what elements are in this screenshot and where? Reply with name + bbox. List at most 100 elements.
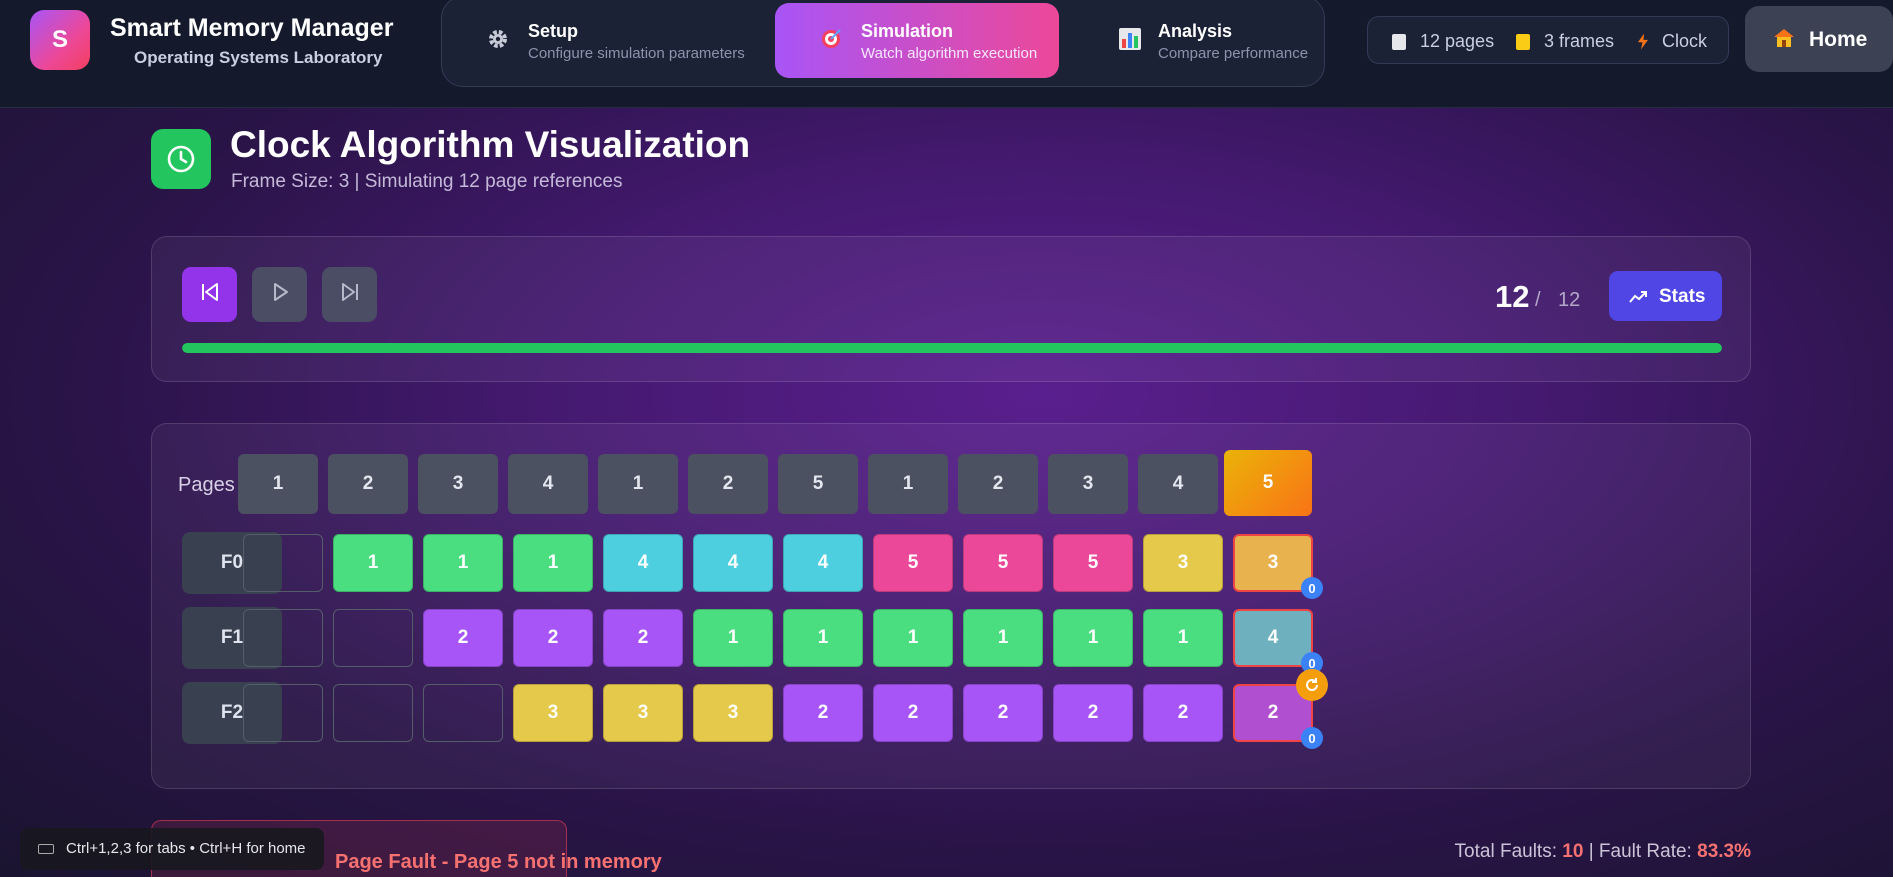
play-icon [269,281,291,308]
page-title: Clock Algorithm Visualization [230,124,751,165]
skip-forward-icon [339,281,361,308]
page-reference: 4 [508,454,588,514]
frame-cell: 2 [603,609,683,667]
keyboard-shortcut-tooltip: Ctrl+1,2,3 for tabs • Ctrl+H for home [20,828,324,870]
frame-cell: 1 [1053,609,1133,667]
frame-cell: 3 [1143,534,1223,592]
frames-count-label: 3 frames [1544,31,1615,51]
tab-simulation[interactable]: Simulation Watch algorithm execution [775,3,1059,78]
page-reference: 4 [1138,454,1218,514]
empty-frame-cell [243,609,323,667]
frame-cell: 3 [603,684,683,742]
logo-letter: S [51,26,68,53]
frame-cell: 3 [513,684,593,742]
empty-frame-cell [243,684,323,742]
frame-cell: 4 [603,534,683,592]
page-reference: 1 [598,454,678,514]
tab-setup[interactable]: Setup Configure simulation parameters [442,3,762,78]
empty-frame-cell [333,684,413,742]
clock-hand-icon [1296,669,1328,701]
app-subtitle: Operating Systems Laboratory [134,48,383,67]
fault-rate-label: Fault Rate: [1598,841,1692,862]
step-forward-button[interactable] [322,267,377,322]
tab-simulation-description: Watch algorithm execution [861,45,1038,62]
frames-count: 3 frames [1516,31,1614,52]
step-separator: / [1535,289,1541,311]
tab-analysis-description: Compare performance [1158,45,1309,62]
nav-tabs: Setup Configure simulation parameters Si… [441,0,1325,87]
frame-cell: 5 [963,534,1043,592]
page-subtitle: Frame Size: 3 | Simulating 12 page refer… [231,171,623,192]
playback-controls: 12 / 12 Stats [151,236,1751,382]
empty-frame-cell [243,534,323,592]
tab-analysis-label: Analysis [1158,21,1233,41]
algorithm-name: Clock [1638,31,1707,52]
clock-icon [151,129,211,189]
progress-bar [182,343,1722,353]
algorithm-label: Clock [1662,31,1708,51]
progress-bar-fill [182,343,1722,353]
tab-analysis[interactable]: Analysis Compare performance [1072,3,1322,78]
home-button[interactable]: Home [1745,6,1893,72]
app-title: Smart Memory Manager [110,14,394,42]
shortcut-tip-text: Ctrl+1,2,3 for tabs • Ctrl+H for home [66,840,306,857]
empty-frame-cell [423,684,503,742]
trending-up-icon [1629,288,1647,310]
frame-cell: 3 [693,684,773,742]
home-button-label: Home [1809,28,1868,51]
current-step: 12 [1495,279,1530,314]
tab-setup-description: Configure simulation parameters [528,45,745,62]
frame-cell: 2 [513,609,593,667]
page-reference: 1 [238,454,318,514]
frame-cell: 1 [963,609,1043,667]
page-reference: 3 [1048,454,1128,514]
page-fault-message: Page Fault - Page 5 not in memory [335,851,662,873]
house-icon [1773,28,1795,48]
reference-bit-badge: 0 [1301,577,1323,599]
reference-bit-badge: 0 [1301,727,1323,749]
frame-cell: 1 [333,534,413,592]
frame-cell: 1 [693,609,773,667]
frame-cell: 1 [783,609,863,667]
pages-row-label: Pages [178,474,235,496]
total-faults-value: 10 [1562,841,1584,862]
simulation-info-pill: 12 pages 3 frames Clock [1367,16,1729,64]
frame-cell: 2 [783,684,863,742]
current-page-reference: 5 [1224,450,1312,516]
folder-icon [1516,33,1530,50]
play-button[interactable] [252,267,307,322]
pages-count-label: 12 pages [1420,31,1495,51]
total-steps: 12 [1558,289,1581,311]
frame-cell: 5 [873,534,953,592]
app-logo: S [30,10,90,70]
bar-chart-icon [1116,25,1144,53]
clock-simulation-grid: Pages 1 2 3 4 1 2 5 1 2 3 4 5 F0 1 1 1 4 4 4 5 5 5 3 3 0 F1 2 2 2 1 1 1… [151,423,1751,789]
reset-button[interactable] [182,267,237,322]
fault-rate-value: 83.3% [1697,841,1751,862]
frame-cell: 2 [963,684,1043,742]
page-reference: 2 [958,454,1038,514]
target-icon [817,25,845,53]
stats-button[interactable]: Stats [1609,271,1722,321]
frame-cell: 5 [1053,534,1133,592]
frame-cell: 1 [873,609,953,667]
frame-cell: 1 [1143,609,1223,667]
frame-cell: 4 [693,534,773,592]
page-reference: 3 [418,454,498,514]
keyboard-icon [38,844,54,854]
lightning-icon [1638,33,1648,50]
page-reference: 5 [778,454,858,514]
top-bar: S Smart Memory Manager Operating Systems… [0,0,1893,108]
frame-cell: 2 [1053,684,1133,742]
frame-cell: 2 [423,609,503,667]
fault-summary: Total Faults: 10 | Fault Rate: 83.3% [1455,841,1751,863]
tab-setup-label: Setup [528,21,579,41]
frame-cell: 1 [513,534,593,592]
summary-separator: | [1588,841,1594,862]
skip-back-icon [199,281,221,308]
page-reference: 2 [328,454,408,514]
frame-cell: 4 [783,534,863,592]
empty-frame-cell [333,609,413,667]
page-reference: 2 [688,454,768,514]
frame-cell: 2 [1143,684,1223,742]
